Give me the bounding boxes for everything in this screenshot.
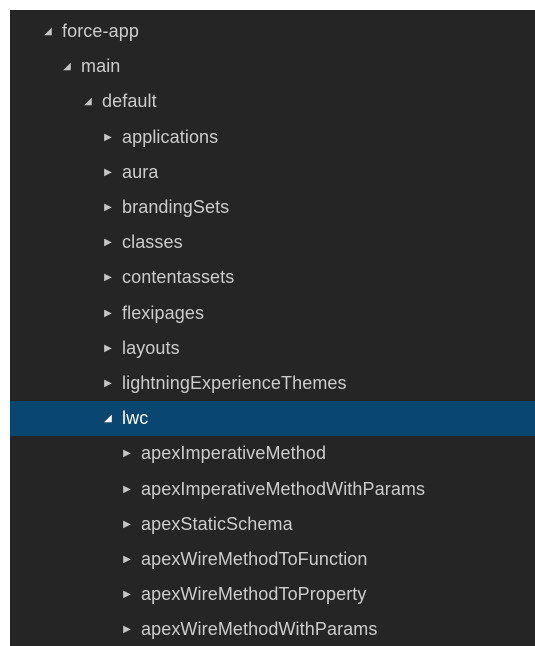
chevron-right-icon[interactable]: ▶ bbox=[100, 132, 116, 143]
tree-folder-apexwiremethodtofunction[interactable]: ▶ apexWireMethodToFunction bbox=[10, 542, 535, 577]
tree-folder-force-app[interactable]: ◢ force-app bbox=[10, 14, 535, 49]
tree-folder-main[interactable]: ◢ main bbox=[10, 49, 535, 84]
tree-item-label: main bbox=[81, 56, 121, 77]
chevron-down-icon[interactable]: ◢ bbox=[59, 61, 75, 72]
chevron-right-icon[interactable]: ▶ bbox=[119, 484, 135, 495]
tree-item-label: layouts bbox=[122, 337, 180, 358]
chevron-down-icon[interactable]: ◢ bbox=[100, 413, 116, 424]
tree-folder-apexwiremethodwithparams[interactable]: ▶ apexWireMethodWithParams bbox=[10, 612, 535, 646]
tree-folder-apeximperativemethod[interactable]: ▶ apexImperativeMethod bbox=[10, 436, 535, 471]
chevron-down-icon[interactable]: ◢ bbox=[80, 96, 96, 107]
tree-folder-default[interactable]: ◢ default bbox=[10, 84, 535, 119]
chevron-right-icon[interactable]: ▶ bbox=[119, 448, 135, 459]
tree-folder-flexipages[interactable]: ▶ flexipages bbox=[10, 296, 535, 331]
tree-folder-apeximperativemethodwithparams[interactable]: ▶ apexImperativeMethodWithParams bbox=[10, 471, 535, 506]
tree-item-label: flexipages bbox=[122, 302, 205, 323]
chevron-down-icon[interactable]: ◢ bbox=[40, 26, 56, 37]
tree-item-label: applications bbox=[122, 126, 219, 147]
tree-item-label: apexImperativeMethodWithParams bbox=[141, 478, 426, 499]
tree-item-label: lightningExperienceThemes bbox=[122, 372, 347, 393]
chevron-right-icon[interactable]: ▶ bbox=[119, 554, 135, 565]
chevron-right-icon[interactable]: ▶ bbox=[100, 272, 116, 283]
tree-item-label: apexStaticSchema bbox=[141, 513, 293, 534]
tree-item-label: force-app bbox=[62, 21, 139, 42]
tree-folder-brandingsets[interactable]: ▶ brandingSets bbox=[10, 190, 535, 225]
tree-folder-apexwiremethodtoproperty[interactable]: ▶ apexWireMethodToProperty bbox=[10, 577, 535, 612]
chevron-right-icon[interactable]: ▶ bbox=[100, 167, 116, 178]
chevron-right-icon[interactable]: ▶ bbox=[119, 589, 135, 600]
chevron-right-icon[interactable]: ▶ bbox=[100, 343, 116, 354]
tree-folder-lwc[interactable]: ◢ lwc bbox=[10, 401, 535, 437]
chevron-right-icon[interactable]: ▶ bbox=[100, 202, 116, 213]
chevron-right-icon[interactable]: ▶ bbox=[119, 624, 135, 635]
tree-item-label: lwc bbox=[122, 408, 149, 429]
tree-folder-applications[interactable]: ▶ applications bbox=[10, 120, 535, 155]
tree-folder-layouts[interactable]: ▶ layouts bbox=[10, 331, 535, 366]
tree-folder-contentassets[interactable]: ▶ contentassets bbox=[10, 260, 535, 295]
tree-folder-classes[interactable]: ▶ classes bbox=[10, 225, 535, 260]
tree-item-label: default bbox=[102, 91, 157, 112]
tree-item-label: apexWireMethodWithParams bbox=[141, 619, 378, 640]
file-tree: ◢ force-app ◢ main ◢ default ▶ applicati… bbox=[10, 14, 535, 646]
file-explorer-panel: ◢ force-app ◢ main ◢ default ▶ applicati… bbox=[10, 10, 535, 646]
tree-item-label: apexImperativeMethod bbox=[141, 443, 327, 464]
tree-item-label: contentassets bbox=[122, 267, 235, 288]
chevron-right-icon[interactable]: ▶ bbox=[100, 308, 116, 319]
chevron-right-icon[interactable]: ▶ bbox=[119, 519, 135, 530]
chevron-right-icon[interactable]: ▶ bbox=[100, 378, 116, 389]
tree-folder-apexstaticschema[interactable]: ▶ apexStaticSchema bbox=[10, 507, 535, 542]
tree-item-label: brandingSets bbox=[122, 197, 230, 218]
tree-item-label: classes bbox=[122, 232, 183, 253]
tree-item-label: apexWireMethodToProperty bbox=[141, 584, 367, 605]
tree-item-label: apexWireMethodToFunction bbox=[141, 548, 368, 569]
tree-folder-aura[interactable]: ▶ aura bbox=[10, 155, 535, 190]
tree-folder-lightningexperiencethemes[interactable]: ▶ lightningExperienceThemes bbox=[10, 366, 535, 401]
tree-item-label: aura bbox=[122, 161, 159, 182]
chevron-right-icon[interactable]: ▶ bbox=[100, 237, 116, 248]
